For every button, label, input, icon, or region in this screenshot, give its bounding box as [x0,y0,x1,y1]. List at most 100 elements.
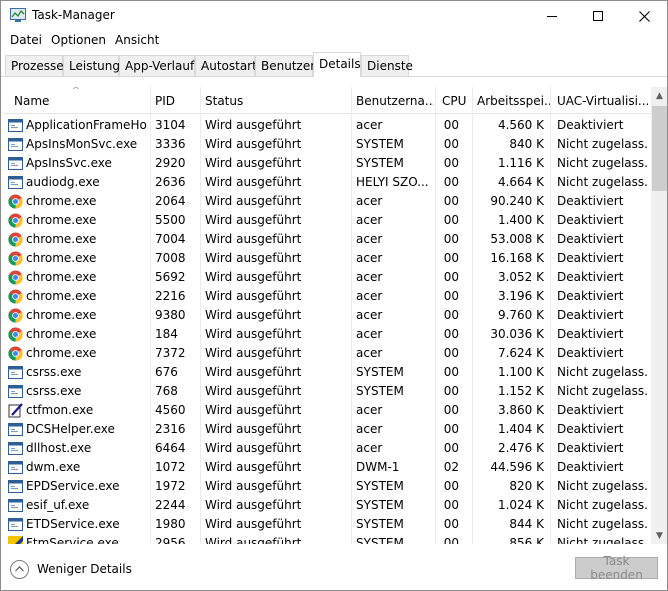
cell-cpu: 00 [443,137,459,151]
cell-name: chrome.exe [26,346,97,360]
chrome-icon [8,308,23,323]
cell-uac: Nicht zugelass... [557,384,649,398]
cell-status: Wird ausgeführt [205,441,302,455]
table-row[interactable]: chrome.exe 2064 Wird ausgeführt acer 00 90.24… [4,192,652,211]
cell-name: EPDService.exe [26,479,120,493]
less-details-toggle[interactable]: Weniger Details [10,558,132,580]
tab-prozesse[interactable]: Prozesse [5,55,64,76]
vertical-scrollbar[interactable]: ▲ ▼ [651,87,667,544]
cell-user: SYSTEM [356,365,404,379]
column-header-uac[interactable]: UAC-Virtualisi... [557,94,649,108]
scroll-up-arrow-icon[interactable]: ▲ [651,87,667,104]
table-row[interactable]: ctfmon.exe 4560 Wird ausgeführt acer 00 3.860… [4,401,652,420]
minimize-button[interactable] [529,1,575,31]
cell-status: Wird ausgeführt [205,422,302,436]
cell-status: Wird ausgeführt [205,156,302,170]
cell-cpu: 00 [443,156,459,170]
cell-cpu: 00 [443,384,459,398]
table-row[interactable]: chrome.exe 7372 Wird ausgeführt acer 00 7.624… [4,344,652,363]
ftm-icon [8,536,23,544]
table-row[interactable]: ApplicationFrameHo... 3104 Wird ausgeführt… [4,116,652,135]
maximize-button[interactable] [575,1,621,31]
cell-cpu: 00 [443,232,459,246]
table-row[interactable]: chrome.exe 5692 Wird ausgeführt acer 00 3.052… [4,268,652,287]
app-window-icon [8,118,23,133]
maximize-icon [593,11,603,21]
cell-cpu: 00 [443,422,459,436]
cell-status: Wird ausgeführt [205,327,302,341]
table-row[interactable]: audiodg.exe 2636 Wird ausgeführt HELYI SZO.… [4,173,652,192]
cell-pid: 3336 [155,137,186,151]
cell-pid: 7372 [155,346,186,360]
cell-cpu: 02 [443,460,459,474]
cell-uac: Nicht zugelass... [557,517,649,531]
table-row[interactable]: esif_uf.exe 2244 Wird ausgeführt SYSTEM 00 1.… [4,496,652,515]
column-header-benutzername[interactable]: Benutzerna... [356,94,434,108]
cell-mem: 856 K [509,536,544,544]
cell-mem: 4.560 K [497,118,544,132]
tab-benutzer[interactable]: Benutzer [255,55,315,76]
cell-name: chrome.exe [26,327,97,341]
cell-user: SYSTEM [356,156,404,170]
column-header-cpu[interactable]: CPU [442,94,472,108]
cell-cpu: 00 [443,517,459,531]
cell-name: FtmService.exe [26,536,119,544]
end-task-button[interactable]: Task beenden [575,554,658,582]
table-row[interactable]: dwm.exe 1072 Wird ausgeführt DWM-1 02 44.596 … [4,458,652,477]
cell-user: acer [356,327,383,341]
column-header-status[interactable]: Status [205,94,350,108]
cell-user: acer [356,289,383,303]
table-header: ^ Name PID Status Benutzerna... CPU Arbe… [4,87,652,114]
table-row[interactable]: chrome.exe 5500 Wird ausgeführt acer 00 1.400… [4,211,652,230]
cell-cpu: 00 [443,327,459,341]
table-row[interactable]: chrome.exe 9380 Wird ausgeführt acer 00 9.760… [4,306,652,325]
cell-cpu: 00 [443,365,459,379]
table-row[interactable]: EPDService.exe 1972 Wird ausgeführt SYSTEM 0… [4,477,652,496]
column-header-name[interactable]: Name [14,94,144,108]
cell-status: Wird ausgeführt [205,517,302,531]
cell-pid: 2316 [155,422,186,436]
close-button[interactable] [621,1,667,31]
tab-app-verlauf[interactable]: App-Verlauf [119,55,195,76]
cell-name: esif_uf.exe [26,498,90,512]
tab-autostart[interactable]: Autostart [195,55,257,76]
cell-pid: 676 [155,365,178,379]
tab-dienste[interactable]: Dienste [361,55,413,76]
table-row[interactable]: dllhost.exe 6464 Wird ausgeführt acer 00 2.47… [4,439,652,458]
table-row[interactable]: FtmService.exe 2956 Wird ausgeführt SYSTEM 0… [4,534,652,544]
cell-user: HELYI SZO... [356,175,429,189]
cell-user: acer [356,308,383,322]
table-row[interactable]: chrome.exe 7004 Wird ausgeführt acer 00 53.00… [4,230,652,249]
cell-pid: 7004 [155,232,186,246]
cell-pid: 1072 [155,460,186,474]
cell-cpu: 00 [443,498,459,512]
menu-datei[interactable]: Datei [10,33,42,47]
chrome-icon [8,289,23,304]
cell-user: SYSTEM [356,517,404,531]
table-row[interactable]: chrome.exe 7008 Wird ausgeführt acer 00 16.16… [4,249,652,268]
tab-details[interactable]: Details [313,52,361,77]
tab-leistung[interactable]: Leistung [63,55,120,76]
table-row[interactable]: csrss.exe 676 Wird ausgeführt SYSTEM 00 1.100… [4,363,652,382]
column-header-arbeitsspeicher[interactable]: Arbeitsspei... [477,94,551,108]
cell-pid: 2216 [155,289,186,303]
table-row[interactable]: ApsInsMonSvc.exe 3336 Wird ausgeführt SYSTE… [4,135,652,154]
table-row[interactable]: ETDService.exe 1980 Wird ausgeführt SYSTEM 0… [4,515,652,534]
title-bar[interactable]: Task-Manager [1,1,667,31]
scrollbar-thumb[interactable] [652,106,667,191]
cell-user: acer [356,232,383,246]
table-row[interactable]: chrome.exe 2216 Wird ausgeführt acer 00 3.196… [4,287,652,306]
cell-name: dllhost.exe [26,441,92,455]
column-header-pid[interactable]: PID [155,94,199,108]
menu-bar: Datei Optionen Ansicht [1,31,667,51]
cell-status: Wird ausgeführt [205,213,302,227]
table-row[interactable]: csrss.exe 768 Wird ausgeführt SYSTEM 00 1.152… [4,382,652,401]
app-window-icon [8,498,23,513]
table-row[interactable]: ApsInsSvc.exe 2920 Wird ausgeführt SYSTEM 00… [4,154,652,173]
table-row[interactable]: chrome.exe 184 Wird ausgeführt acer 00 30.036… [4,325,652,344]
scroll-down-arrow-icon[interactable]: ▼ [651,527,667,544]
cell-uac: Deaktiviert [557,118,624,132]
menu-ansicht[interactable]: Ansicht [115,33,159,47]
table-row[interactable]: DCSHelper.exe 2316 Wird ausgeführt acer 00 1.… [4,420,652,439]
menu-optionen[interactable]: Optionen [51,33,106,47]
